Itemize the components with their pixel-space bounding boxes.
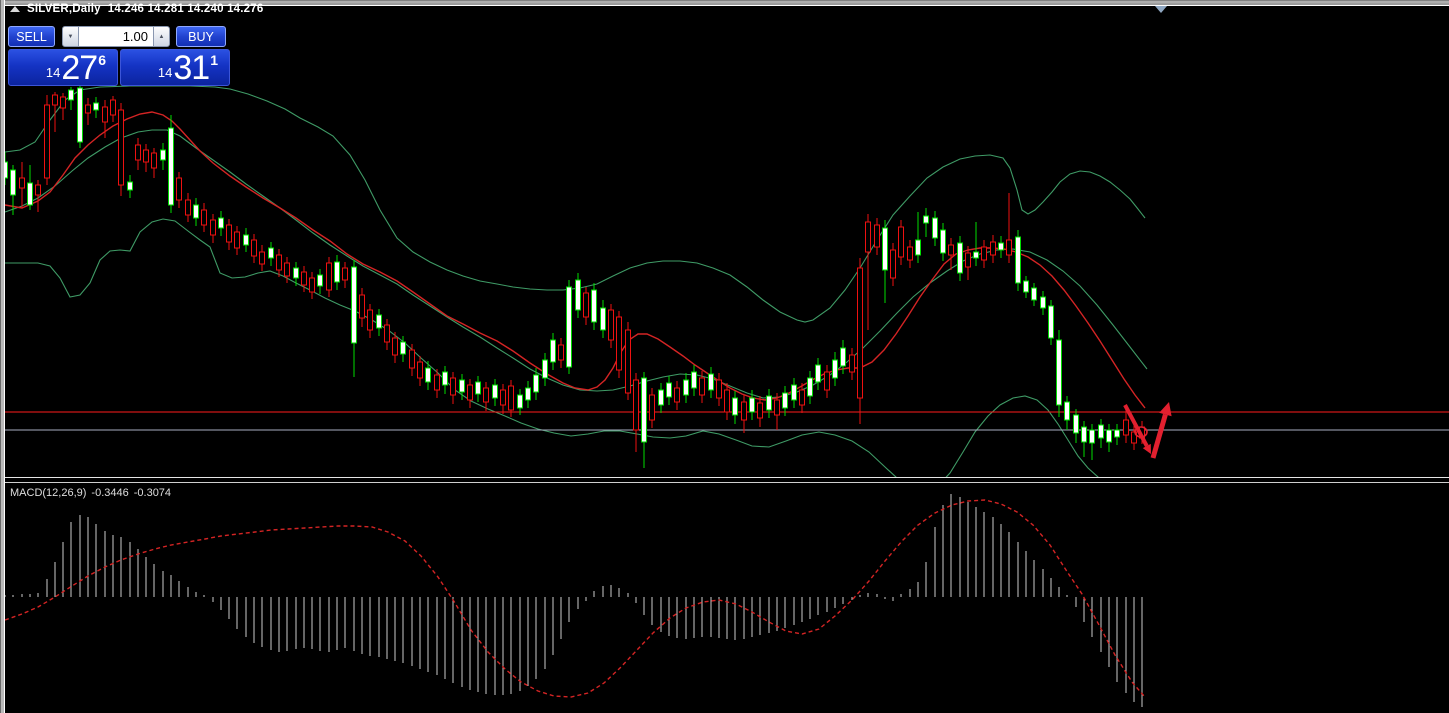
symbol-period-label: SILVER,Daily — [27, 3, 101, 15]
chart-window: SILVER,Daily 14.246 14.281 14.240 14.276… — [0, 0, 1449, 713]
one-click-trade-widget: SELL ▼ ▲ BUY 14 27 6 14 31 1 — [8, 26, 230, 86]
spinner-up-icon: ▲ — [159, 34, 165, 40]
sell-price-big: 27 — [61, 53, 97, 83]
macd-name: MACD(12,26,9) — [10, 487, 86, 499]
chart-canvas — [0, 0, 1449, 713]
buy-button[interactable]: BUY — [176, 26, 226, 47]
buy-price-pip: 1 — [210, 52, 218, 68]
trade-prices-row: 14 27 6 14 31 1 — [8, 49, 230, 86]
chart-title-bar: SILVER,Daily 14.246 14.281 14.240 14.276 — [10, 3, 263, 15]
trade-buttons-row: SELL ▼ ▲ BUY — [8, 26, 230, 47]
collapse-triangle-icon[interactable] — [10, 6, 20, 12]
sell-price-handle: 14 — [46, 65, 60, 80]
macd-main-value: -0.3446 — [91, 487, 128, 499]
panel-separator-top[interactable] — [5, 477, 1449, 478]
sell-price-pip: 6 — [98, 52, 106, 68]
spinner-down-icon: ▼ — [68, 34, 74, 40]
buy-price-handle: 14 — [158, 65, 172, 80]
buy-price-panel[interactable]: 14 31 1 — [120, 49, 230, 86]
scroll-marker-icon[interactable] — [1155, 6, 1167, 13]
macd-indicator-label: MACD(12,26,9) -0.3446 -0.3074 — [10, 487, 171, 499]
sell-button[interactable]: SELL — [8, 26, 55, 47]
buy-price-big: 31 — [173, 53, 209, 83]
panel-separator-bottom[interactable] — [5, 482, 1449, 483]
ohlc-values: 14.246 14.281 14.240 14.276 — [108, 3, 264, 15]
volume-decrease-button[interactable]: ▼ — [62, 26, 79, 47]
window-left-border — [0, 0, 5, 713]
macd-signal-value: -0.3074 — [134, 487, 171, 499]
volume-input[interactable] — [79, 26, 153, 47]
volume-increase-button[interactable]: ▲ — [153, 26, 170, 47]
sell-price-panel[interactable]: 14 27 6 — [8, 49, 118, 86]
